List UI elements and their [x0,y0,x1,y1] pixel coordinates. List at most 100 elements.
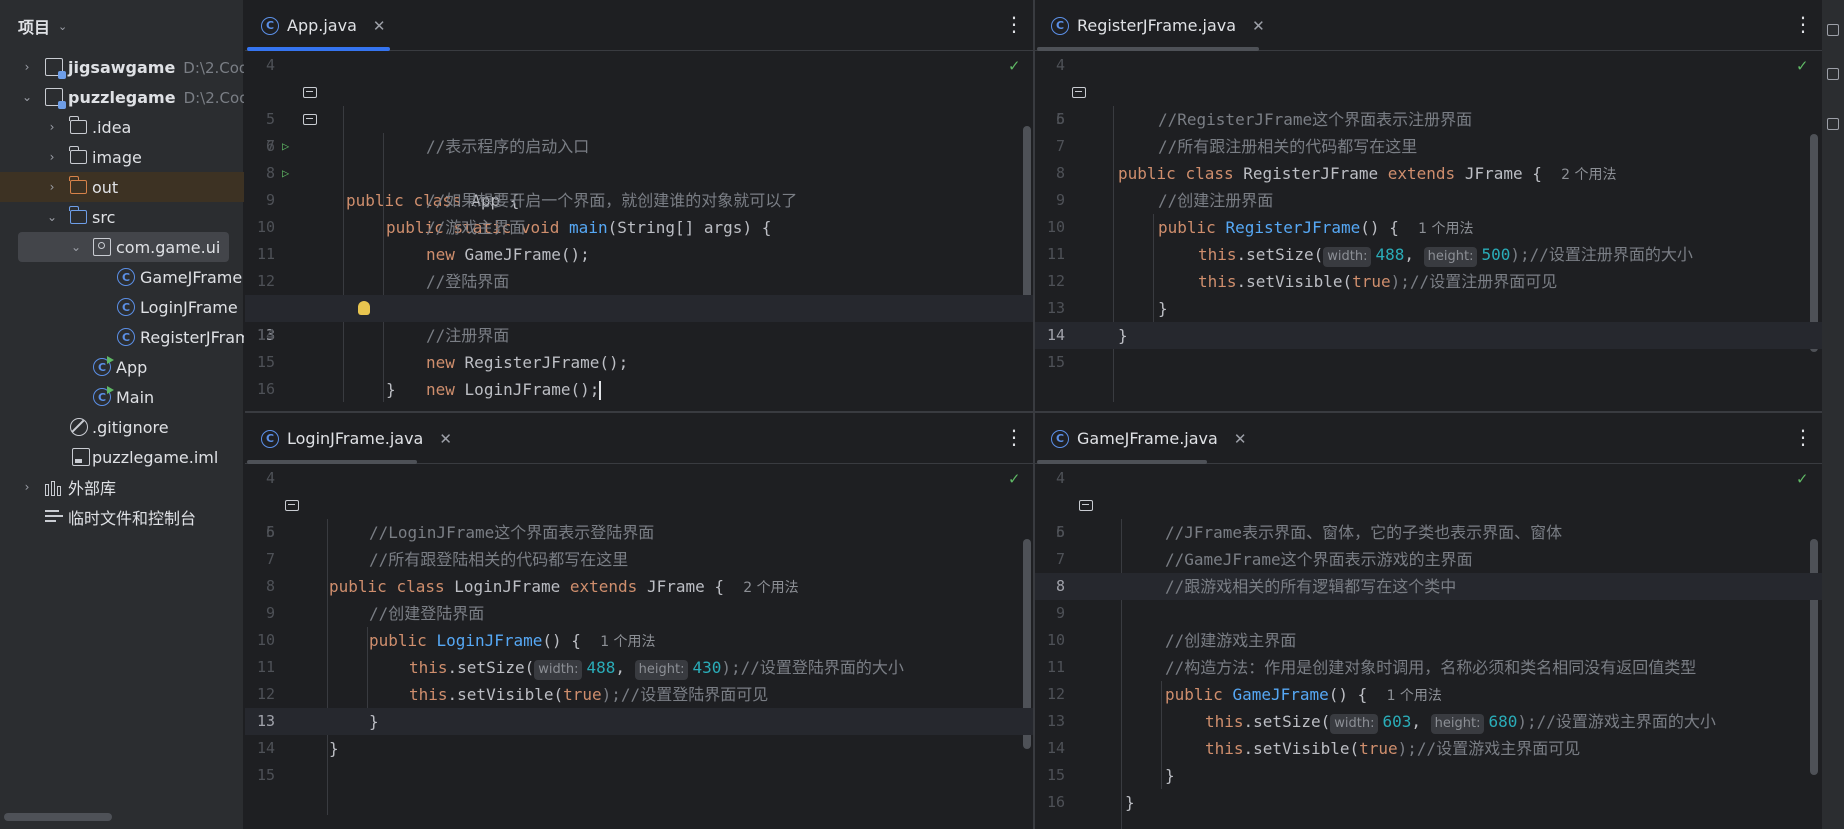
tab-app-java[interactable]: C App.java ✕ [245,0,385,51]
tree-item-src[interactable]: ⌄ src [0,202,244,232]
tab-indicator [247,460,417,464]
source-folder-icon [69,206,87,224]
code-editor[interactable]: ✓ 4 5 public class LoginJFrame extends J… [245,465,1033,829]
more-options-icon[interactable]: ⋮ [1793,427,1813,447]
chevron-right-icon[interactable]: › [45,180,59,194]
gitignore-icon [70,418,88,436]
tree-item-main[interactable]: C Main [0,382,244,412]
more-options-icon[interactable]: ⋮ [1004,427,1024,447]
tree-item-label: .idea [92,117,132,137]
tree-item-jigsawgame[interactable]: › jigsawgame D:\2.Code\ [0,52,244,82]
chevron-right-icon[interactable]: › [20,480,34,494]
tab-label: LoginJFrame.java [287,429,424,448]
close-icon[interactable]: ✕ [439,430,452,448]
editor-tabbar: C RegisterJFrame.java ✕ ⋮ [1035,0,1822,51]
chevron-right-icon[interactable]: › [45,150,59,164]
tree-item-gitignore[interactable]: .gitignore [0,412,244,442]
tree-item-path: D:\2.Code\ [183,88,244,107]
tree-item-label: jigsawgame [68,57,176,77]
folder-excluded-icon [69,176,87,194]
editor-tabbar: C LoginJFrame.java ✕ ⋮ [245,413,1033,464]
close-icon[interactable]: ✕ [373,17,386,35]
tree-item-label: src [92,207,116,227]
project-sidebar: 项目 ⌄ › jigsawgame D:\2.Code\ ⌄ puzzlegame… [0,0,244,829]
close-icon[interactable]: ✕ [1252,17,1265,35]
class-icon: C [117,328,135,346]
class-icon: C [261,429,279,448]
tree-item-idea[interactable]: › .idea [0,112,244,142]
tree-item-app[interactable]: C App [0,352,244,382]
runnable-class-icon: C [261,16,279,35]
close-icon[interactable]: ✕ [1234,430,1247,448]
tree-item-label: com.game.ui [116,237,221,257]
tree-item-package[interactable]: ⌄ com.game.ui [18,232,229,262]
tree-item-label: puzzlegame [68,87,176,107]
tab-loginjframe-java[interactable]: C LoginJFrame.java ✕ [245,413,452,464]
implementations-icon[interactable] [303,114,317,125]
tab-label: RegisterJFrame.java [1077,16,1237,35]
tab-label: GameJFrame.java [1077,429,1218,448]
tab-label: App.java [287,16,357,35]
tree-item-path: D:\2.Code\ [183,58,244,77]
database-icon[interactable] [1827,118,1839,130]
more-options-icon[interactable]: ⋮ [1004,14,1024,34]
editor-pane-game: C GameJFrame.java ✕ ⋮ ✓ 4 5 public class… [1035,413,1822,829]
implementations-icon[interactable] [1079,500,1093,511]
library-icon [45,478,63,496]
tree-item-out[interactable]: › out [0,172,244,202]
tree-item-label: 外部库 [68,479,117,498]
project-title: 项目 [18,18,51,37]
tab-indicator [1037,460,1207,464]
chevron-right-icon[interactable]: › [20,60,34,74]
editor-pane-app: C App.java ✕ ⋮ ✓ 4 5 ▷ public class App … [245,0,1033,411]
tab-registerjframe-java[interactable]: C RegisterJFrame.java ✕ [1035,0,1265,51]
tree-item-iml[interactable]: puzzlegame.iml [0,442,244,472]
scratch-icon [45,508,63,526]
class-icon: C [1051,16,1069,35]
tab-gamejframe-java[interactable]: C GameJFrame.java ✕ [1035,413,1246,464]
chevron-down-icon[interactable]: ⌄ [69,240,83,254]
active-tab-indicator [247,47,390,51]
chevron-down-icon[interactable]: ⌄ [20,90,34,104]
code-editor[interactable]: ✓ 4 5 public class RegisterJFrame extend… [1035,52,1822,411]
ai-assistant-icon[interactable] [1827,68,1839,80]
sidebar-horizontal-scrollbar[interactable] [4,813,112,821]
editor-tabbar: C App.java ✕ ⋮ [245,0,1033,51]
editor-tabbar: C GameJFrame.java ✕ ⋮ [1035,413,1822,464]
editor-pane-login: C LoginJFrame.java ✕ ⋮ ✓ 4 5 public clas… [245,413,1033,829]
tree-item-label: puzzlegame.iml [92,447,219,467]
tree-item-label: Main [116,387,155,407]
implementations-icon[interactable] [1072,87,1086,98]
tree-item-scratches[interactable]: 临时文件和控制台 [0,502,244,532]
chevron-down-icon[interactable]: ⌄ [45,210,59,224]
notifications-icon[interactable] [1827,24,1839,36]
tree-item-label: 临时文件和控制台 [68,509,197,528]
implementations-icon[interactable] [285,500,299,511]
project-view-selector[interactable]: 项目 ⌄ [0,0,243,52]
tree-item-image[interactable]: › image [0,142,244,172]
folder-icon [69,116,87,134]
tree-item-label: GameJFrame [140,267,243,287]
tree-item-loginjframe[interactable]: C LoginJFrame [0,292,244,322]
tree-item-label: out [92,177,119,197]
package-icon [93,238,111,256]
lightbulb-icon[interactable] [358,301,370,315]
tab-indicator [1037,47,1259,51]
code-editor[interactable]: ✓ 4 5 ▷ public class App { 6 ▷ public st… [245,52,1033,411]
runnable-class-icon: C [93,356,114,376]
tree-item-label: App [116,357,148,377]
class-icon: C [117,298,135,316]
chevron-right-icon[interactable]: › [45,120,59,134]
code-editor[interactable]: ✓ 4 5 public class GameJFrame extends JF… [1035,465,1822,829]
right-tool-window-strip [1822,0,1844,829]
tree-item-gamejframe[interactable]: C GameJFrame [0,262,244,292]
chevron-down-icon: ⌄ [58,19,68,33]
tree-item-label: image [92,147,142,167]
more-options-icon[interactable]: ⋮ [1793,14,1813,34]
tree-item-label: .gitignore [92,417,169,437]
tree-item-puzzlegame[interactable]: ⌄ puzzlegame D:\2.Code\ [0,82,244,112]
tree-item-external-libraries[interactable]: › 外部库 [0,472,244,502]
implementations-icon[interactable] [303,87,317,98]
iml-file-icon [72,448,90,466]
tree-item-registerjframe[interactable]: C RegisterJFram [0,322,244,352]
